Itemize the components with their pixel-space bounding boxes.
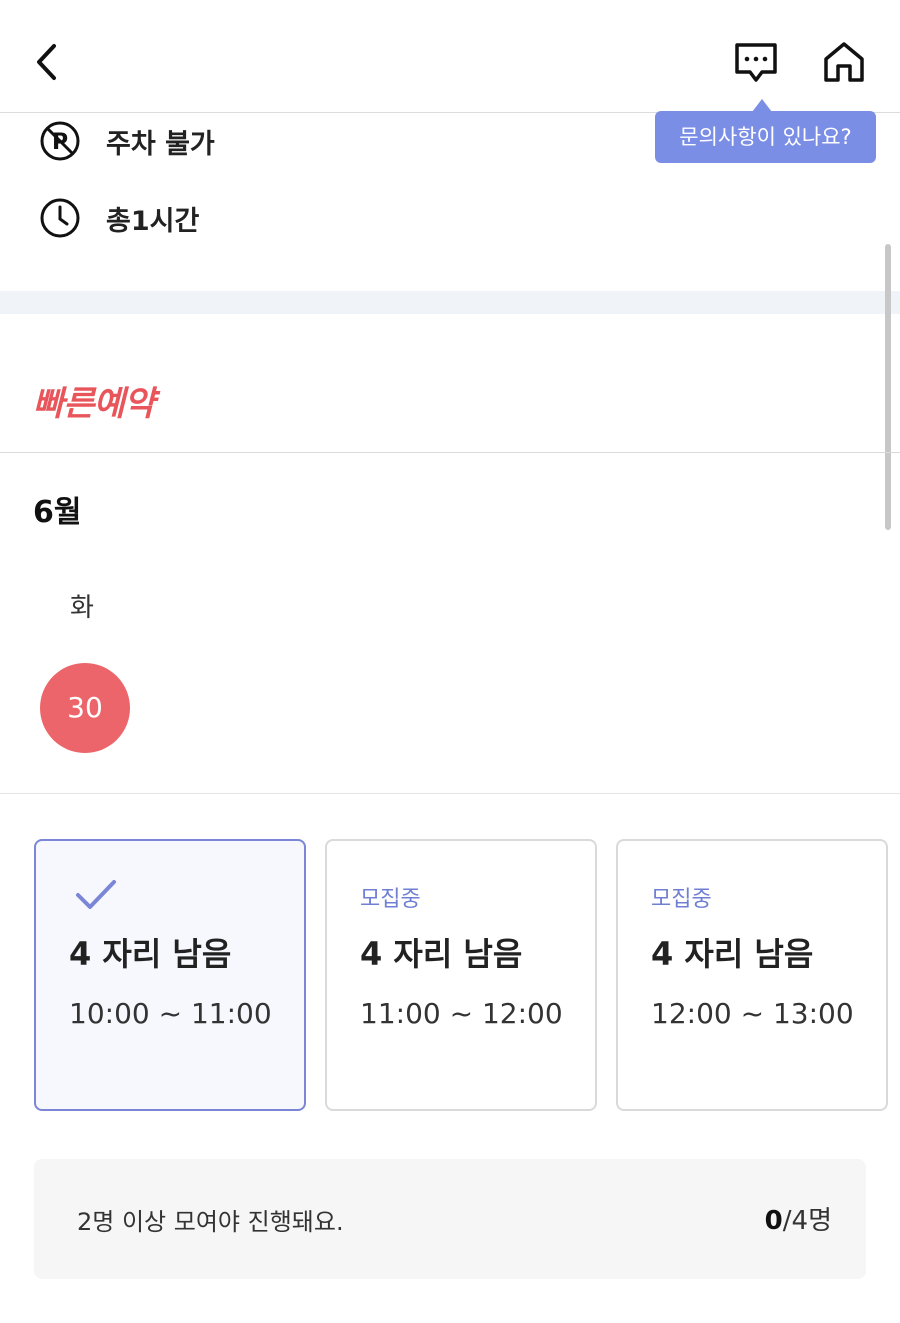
participant-count: 0/4명 xyxy=(765,1200,832,1237)
page: 문의사항이 있나요? P 주차 불가 총1시간 빠른예약 6월 화 30 4 자… xyxy=(0,0,900,1323)
slot-seats: 4 자리 남음 xyxy=(69,935,232,973)
inquiry-chat-button[interactable] xyxy=(732,40,780,86)
participant-count-total: /4명 xyxy=(782,1206,832,1236)
chat-bubble-icon xyxy=(735,43,777,82)
scrollbar[interactable] xyxy=(885,244,891,530)
slot-status: 모집중 xyxy=(360,887,421,912)
top-bar xyxy=(0,0,900,113)
duration-info: 총1시간 xyxy=(38,195,199,241)
inquiry-tooltip[interactable]: 문의사항이 있나요? xyxy=(655,111,876,163)
chevron-left-icon xyxy=(37,44,56,80)
time-slot-1[interactable]: 4 자리 남음 10:00 ~ 11:00 xyxy=(34,839,306,1111)
notice-message: 2명 이상 모여야 진행돼요. xyxy=(77,1208,344,1236)
parking-label: 주차 불가 xyxy=(106,128,215,160)
time-slot-3[interactable]: 모집중 4 자리 남음 12:00 ~ 13:00 xyxy=(616,839,888,1111)
section-separator xyxy=(0,291,900,314)
slot-status: 모집중 xyxy=(651,887,712,912)
slot-seats: 4 자리 남음 xyxy=(651,935,814,973)
clock-icon xyxy=(40,198,80,238)
divider xyxy=(0,793,900,794)
parking-info: P 주차 불가 xyxy=(38,118,215,164)
duration-label: 총1시간 xyxy=(106,205,200,237)
divider xyxy=(0,452,900,453)
month-label: 6월 xyxy=(33,495,82,530)
no-parking-icon: P xyxy=(40,121,80,161)
slot-seats: 4 자리 남음 xyxy=(360,935,523,973)
slot-time: 12:00 ~ 13:00 xyxy=(651,997,854,1030)
time-slot-2[interactable]: 모집중 4 자리 남음 11:00 ~ 12:00 xyxy=(325,839,597,1111)
participant-notice: 2명 이상 모여야 진행돼요. 0/4명 xyxy=(34,1159,866,1279)
slot-time: 11:00 ~ 12:00 xyxy=(360,997,563,1030)
selected-date[interactable]: 30 xyxy=(40,663,130,753)
quick-reservation-title: 빠른예약 xyxy=(33,384,155,424)
home-button[interactable] xyxy=(820,38,868,86)
back-button[interactable] xyxy=(28,38,68,86)
check-icon xyxy=(76,880,116,909)
weekday-label: 화 xyxy=(70,593,94,623)
home-icon xyxy=(824,42,864,82)
slot-time: 10:00 ~ 11:00 xyxy=(69,997,272,1030)
participant-count-current: 0 xyxy=(764,1206,783,1236)
